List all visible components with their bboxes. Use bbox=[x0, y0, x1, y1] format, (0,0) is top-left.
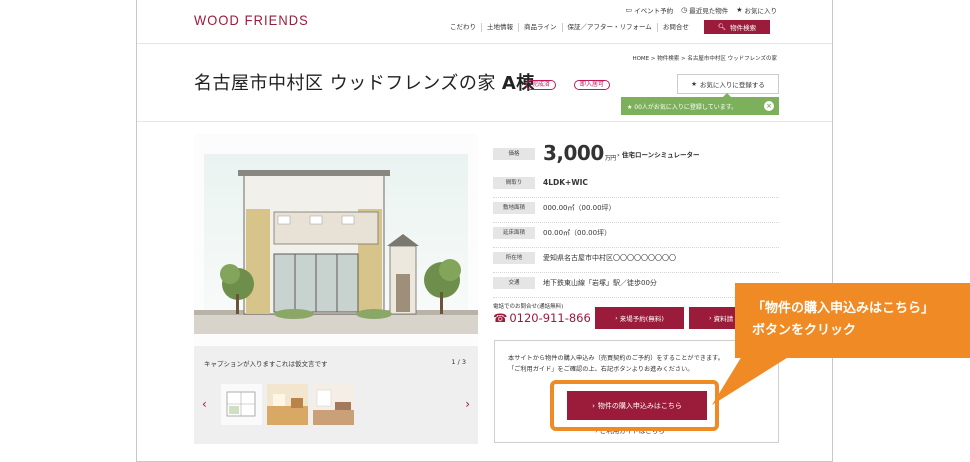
spec-value: 00.00㎡（00.00坪） bbox=[543, 229, 612, 237]
chevron-right-icon: › bbox=[617, 151, 620, 159]
property-spec-table: 価格 3,000万円 › 住宅ローンシミュレーター 間取り 4LDK+WIC 敷… bbox=[493, 141, 779, 298]
main-house-image bbox=[194, 134, 478, 346]
purchase-description: 本サイトから物件の購入申込み（売買契約のご予約）をすることができます。 「ご利用… bbox=[508, 355, 724, 373]
thumbnail-living[interactable] bbox=[313, 384, 354, 425]
nav-item-kodawari[interactable]: こだわり bbox=[445, 23, 481, 32]
favorite-count-notice: ★ 00人がお気に入りに登録しています。 × bbox=[621, 93, 779, 115]
gallery-bar: キャプションが入りますこれは仮文言です 1 / 3 ‹ › bbox=[194, 346, 478, 444]
phone-contact: 電話でのお問合せ(通話無料) ☎︎ 0120-911-866 bbox=[493, 302, 591, 325]
spec-row-price: 価格 3,000万円 › 住宅ローンシミュレーター bbox=[493, 141, 779, 173]
property-search-button[interactable]: 🔍︎ 物件検索 bbox=[703, 20, 771, 34]
spec-value: 地下鉄東山線「岩塚」駅／徒歩00分 bbox=[543, 279, 657, 287]
star-icon: ★ bbox=[736, 6, 743, 14]
spec-row-floor-area: 延床面積 00.00㎡（00.00坪） bbox=[493, 223, 779, 248]
recently-viewed-link[interactable]: ◷ 最近見た物件 bbox=[681, 5, 728, 15]
spec-value: 4LDK+WIC bbox=[543, 178, 588, 187]
spec-row-layout: 間取り 4LDK+WIC bbox=[493, 173, 779, 198]
status-badge-move-in: 即入居可 bbox=[574, 80, 611, 90]
phone-number[interactable]: ☎︎ 0120-911-866 bbox=[493, 311, 591, 325]
spec-value: 000.00㎡（00.00坪） bbox=[543, 204, 616, 212]
breadcrumb[interactable]: HOME > 物件検索 > 名古屋市中村区 ウッドフレンズの家 bbox=[632, 54, 777, 62]
nav-item-products[interactable]: 商品ライン bbox=[518, 22, 562, 32]
spec-label: 所在地 bbox=[493, 252, 535, 264]
spec-label: 価格 bbox=[493, 148, 535, 160]
loan-simulator-link[interactable]: › 住宅ローンシミュレーター bbox=[617, 149, 700, 159]
monitor-icon: ▭ bbox=[625, 6, 633, 14]
title-divider bbox=[137, 121, 832, 122]
visit-reservation-button[interactable]: › 来場予約(無料) bbox=[595, 307, 684, 329]
close-icon[interactable]: × bbox=[764, 101, 774, 111]
spec-row-land-area: 敷地面積 000.00㎡（00.00坪） bbox=[493, 198, 779, 223]
clock-icon: ◷ bbox=[681, 6, 688, 14]
event-reservation-link[interactable]: ▭ イベント予約 bbox=[625, 5, 673, 15]
spec-label: 交通 bbox=[493, 277, 535, 289]
site-logo[interactable]: WOOD FRIENDS bbox=[194, 12, 309, 28]
favorites-link[interactable]: ★ お気に入り bbox=[736, 5, 777, 15]
search-icon: 🔍︎ bbox=[717, 23, 727, 31]
thumbnail-floorplan[interactable] bbox=[221, 384, 262, 425]
nav-item-land[interactable]: 土地情報 bbox=[481, 22, 518, 32]
nav-item-contact[interactable]: お問合せ bbox=[656, 22, 694, 32]
instruction-callout: 「物件の購入申込みはこちら」 ボタンをクリック bbox=[735, 283, 970, 358]
status-badge-completed: 完成済 bbox=[526, 80, 557, 90]
spec-row-address: 所在地 愛知県名古屋市中村区〇〇〇〇〇〇〇〇〇 bbox=[493, 248, 779, 273]
add-favorite-button[interactable]: ★ お気に入りに登録する bbox=[677, 74, 779, 94]
spec-label: 間取り bbox=[493, 177, 535, 189]
phone-icon: ☎︎ bbox=[493, 311, 508, 325]
spec-label: 延床面積 bbox=[493, 227, 535, 239]
price-value: 3,000万円 bbox=[543, 141, 616, 165]
phone-caption: 電話でのお問合せ(通話無料) bbox=[493, 304, 564, 310]
gallery-next-arrow-icon[interactable]: › bbox=[465, 397, 470, 411]
purchase-button-highlight bbox=[550, 380, 719, 431]
gallery-caption: キャプションが入りますこれは仮文言です bbox=[204, 360, 328, 368]
page-frame: WOOD FRIENDS ▭ イベント予約 ◷ 最近見た物件 ★ お気に入り こだわり… bbox=[136, 0, 833, 462]
spec-value: 愛知県名古屋市中村区〇〇〇〇〇〇〇〇〇 bbox=[543, 254, 676, 262]
gallery-counter: 1 / 3 bbox=[451, 358, 466, 366]
spec-label: 敷地面積 bbox=[493, 202, 535, 214]
global-nav: こだわり 土地情報 商品ライン 保証／アフター・リフォーム お問合せ 🔍︎ 物件検… bbox=[445, 20, 771, 34]
page-title: 名古屋市中村区 ウッドフレンズの家 A棟 bbox=[194, 73, 535, 94]
nav-item-warranty[interactable]: 保証／アフター・リフォーム bbox=[561, 22, 657, 32]
utility-links: ▭ イベント予約 ◷ 最近見た物件 ★ お気に入り bbox=[625, 5, 777, 15]
gallery-thumbnails bbox=[221, 384, 354, 425]
star-icon: ★ bbox=[691, 80, 697, 88]
gallery-prev-arrow-icon[interactable]: ‹ bbox=[202, 397, 207, 411]
header-divider bbox=[137, 43, 832, 44]
thumbnail-kitchen[interactable] bbox=[267, 384, 308, 425]
notice-pointer bbox=[723, 93, 731, 97]
